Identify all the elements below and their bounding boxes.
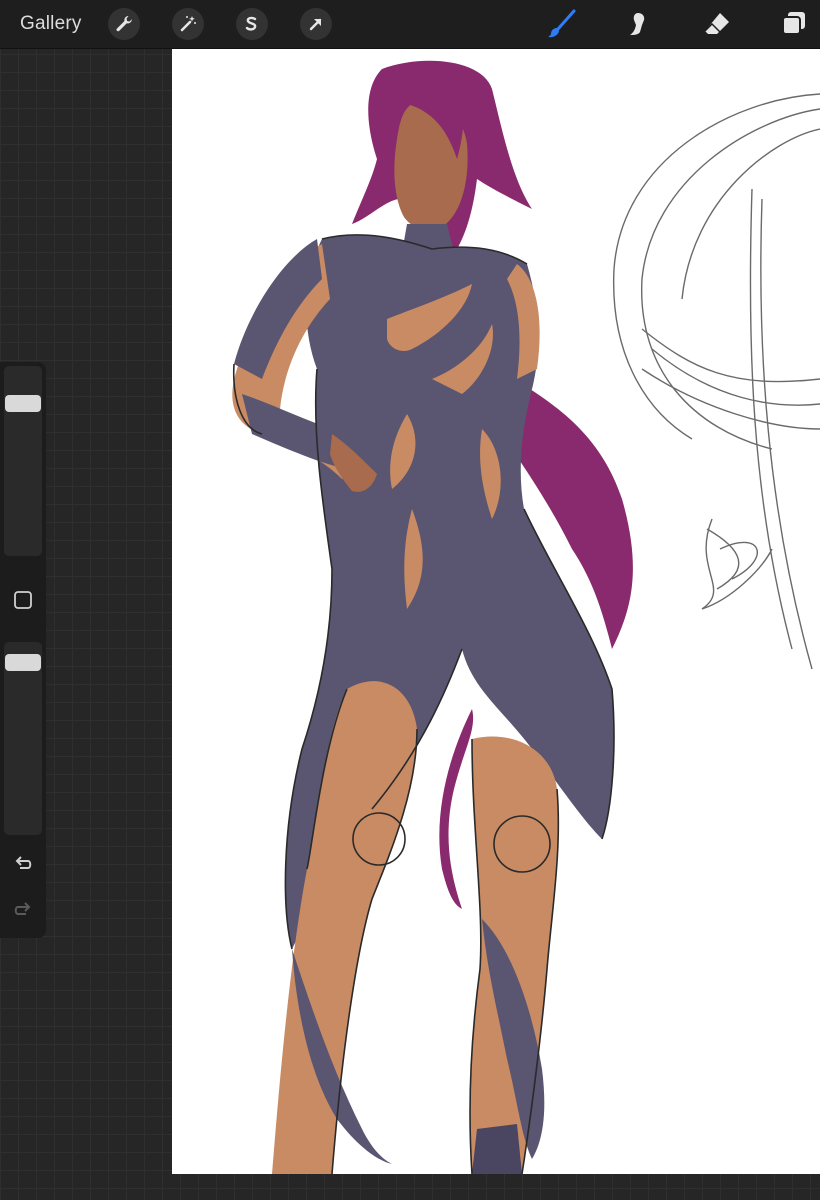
brush-icon [548, 9, 576, 38]
eraser-tool-button[interactable] [701, 8, 733, 40]
brush-tool-button[interactable] [546, 8, 578, 40]
top-toolbar: Gallery [0, 0, 820, 49]
actions-button[interactable] [108, 8, 140, 40]
transform-button[interactable] [300, 8, 332, 40]
drawing-canvas[interactable] [172, 49, 820, 1174]
brush-opacity-handle[interactable] [5, 654, 41, 672]
transform-arrow-icon [309, 18, 322, 31]
side-toolbar [0, 362, 46, 938]
layers-button[interactable] [778, 8, 810, 40]
pencil-sketch [612, 93, 820, 670]
adjustments-button[interactable] [172, 8, 204, 40]
selection-button[interactable] [236, 8, 268, 40]
right-leg [469, 736, 559, 1174]
wrench-icon [116, 15, 132, 32]
smudge-icon [630, 13, 645, 35]
gallery-button[interactable]: Gallery [20, 13, 82, 35]
smudge-tool-button[interactable] [623, 8, 655, 40]
eraser-icon [704, 13, 729, 34]
selection-icon [245, 16, 257, 31]
undo-button[interactable] [11, 852, 35, 876]
redo-icon [14, 902, 31, 915]
square-icon [14, 591, 32, 609]
modify-button[interactable] [13, 590, 33, 610]
brush-size-handle[interactable] [5, 395, 41, 413]
artwork [232, 60, 820, 1174]
magic-wand-icon [180, 16, 196, 32]
redo-button[interactable] [11, 898, 35, 922]
layers-icon [782, 12, 805, 35]
undo-icon [15, 856, 32, 869]
